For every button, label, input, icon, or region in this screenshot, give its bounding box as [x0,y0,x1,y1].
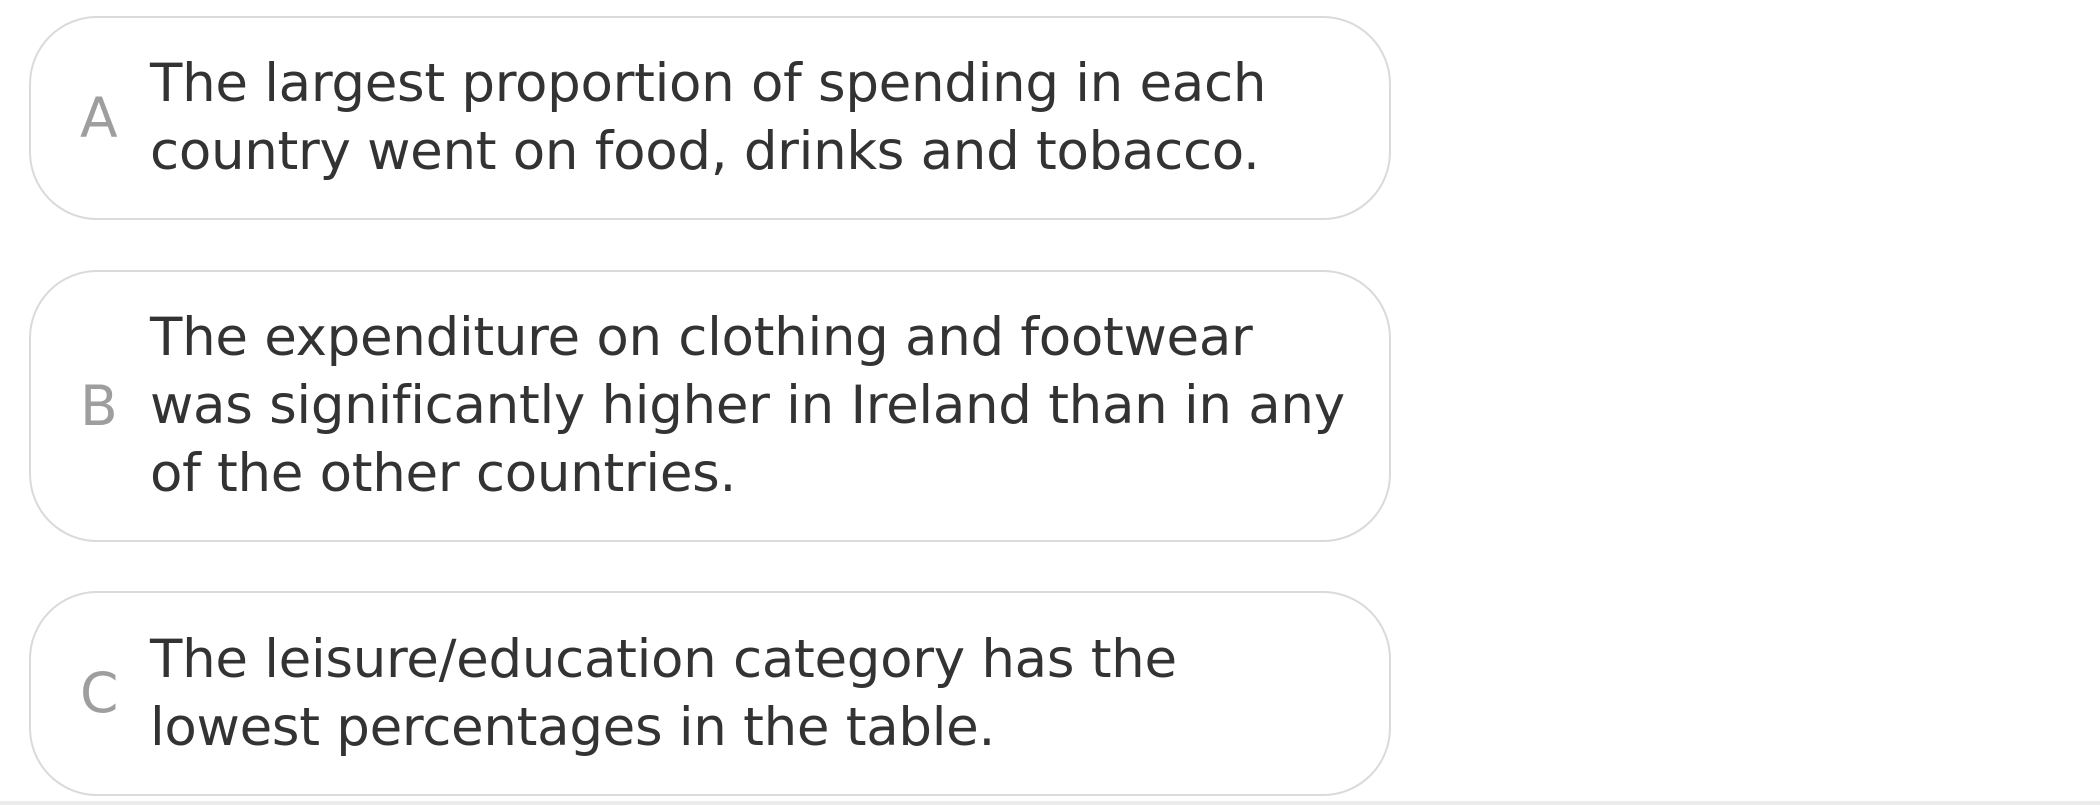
option-c[interactable]: C The leisure/education category has the… [29,591,1391,796]
option-text: The leisure/education category has the l… [150,628,1177,758]
answer-options: A The largest proportion of spending in … [0,0,2100,805]
option-letter: C [80,661,119,725]
bottom-divider [0,801,2100,805]
option-a[interactable]: A The largest proportion of spending in … [29,16,1391,220]
option-text: The largest proportion of spending in ea… [150,53,1267,182]
option-b[interactable]: B The expenditure on clothing and footwe… [29,270,1391,542]
option-text: The expenditure on clothing and footwear… [150,307,1345,504]
option-letter: B [80,373,118,438]
option-letter: A [80,85,118,150]
